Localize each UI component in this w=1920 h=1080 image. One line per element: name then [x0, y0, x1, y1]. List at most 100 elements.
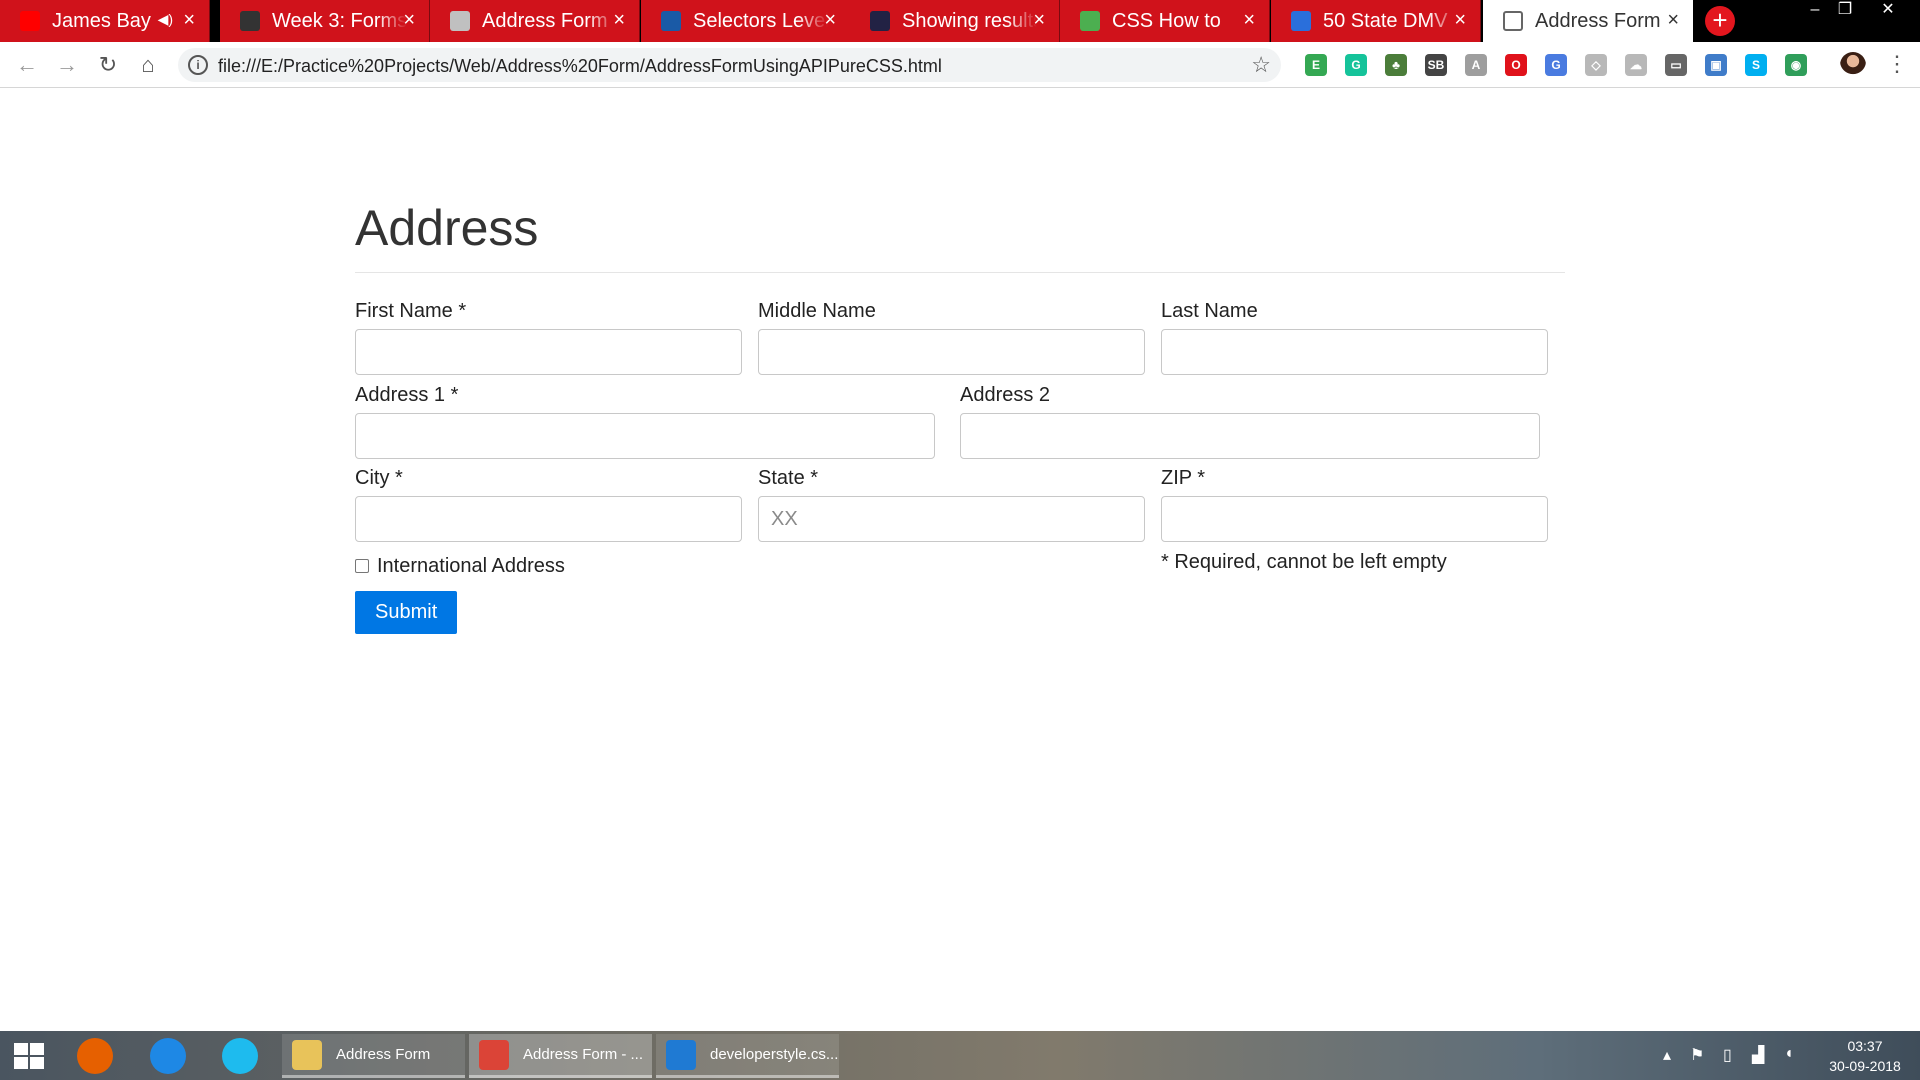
- international-address-label[interactable]: International Address: [377, 555, 565, 578]
- sb-icon[interactable]: SB: [1425, 54, 1447, 76]
- firefox-icon[interactable]: [77, 1038, 113, 1074]
- close-window-button[interactable]: ✕: [1870, 0, 1906, 22]
- middle-name-input[interactable]: [758, 329, 1145, 375]
- address2-input[interactable]: [960, 413, 1540, 459]
- clock-time: 03:37: [1847, 1038, 1883, 1054]
- chrome-icon: [479, 1039, 509, 1070]
- forward-button[interactable]: →: [52, 50, 82, 80]
- tab-title: CSS How to: [1112, 9, 1221, 32]
- profile-avatar[interactable]: [1840, 52, 1866, 78]
- tab-close-icon[interactable]: ×: [183, 9, 195, 31]
- tab-close-icon[interactable]: ×: [1033, 9, 1045, 31]
- clock-date: 30-09-2018: [1829, 1058, 1901, 1074]
- browser-menu-button[interactable]: ⋮: [1886, 52, 1908, 76]
- back-button[interactable]: ←: [12, 50, 42, 80]
- first-name-input[interactable]: [355, 329, 742, 375]
- tab-title: Selectors Level: [693, 9, 828, 32]
- ext-badge-icon[interactable]: E: [1305, 54, 1327, 76]
- address1-input[interactable]: [355, 413, 935, 459]
- international-address-checkbox[interactable]: [355, 559, 369, 573]
- tab-title: Week 3: Forms: [272, 9, 407, 32]
- flag-icon[interactable]: ⚑: [1690, 1045, 1704, 1065]
- grammarly-icon[interactable]: G: [1345, 54, 1367, 76]
- page-title: Address: [355, 200, 539, 256]
- address-bar[interactable]: i file:///E:/Practice%20Projects/Web/Add…: [178, 48, 1281, 82]
- new-tab-button[interactable]: +: [1705, 6, 1735, 36]
- tab-close-icon[interactable]: ×: [403, 9, 415, 31]
- volume-icon[interactable]: ◖: [1784, 1045, 1794, 1063]
- windows-taskbar: Address Form Address Form - ... developers…: [0, 1031, 1920, 1080]
- taskbar-app[interactable]: developerstyle.cs...: [656, 1034, 839, 1078]
- taskbar-app[interactable]: Address Form: [282, 1034, 465, 1078]
- translate-icon[interactable]: A: [1465, 54, 1487, 76]
- bookmark-star-icon[interactable]: ☆: [1251, 52, 1271, 78]
- taskbar-app-title: Address Form - ...: [523, 1046, 644, 1063]
- system-clock[interactable]: 03:37 30-09-2018: [1820, 1036, 1910, 1076]
- browser-tab[interactable]: Showing results ×: [850, 0, 1060, 42]
- dmv-icon: [1291, 11, 1311, 31]
- submit-button[interactable]: Submit: [355, 591, 458, 634]
- cast-icon[interactable]: ▭: [1665, 54, 1687, 76]
- site-info-icon[interactable]: i: [188, 55, 208, 75]
- state-input[interactable]: [758, 496, 1145, 542]
- nu-icon: [870, 11, 890, 31]
- windows-start-icon[interactable]: [14, 1043, 44, 1069]
- tab-close-icon[interactable]: ×: [1243, 9, 1255, 31]
- address1-label: Address 1 *: [355, 384, 459, 406]
- page-icon: [450, 11, 470, 31]
- browser-tab[interactable]: Selectors Level ×: [641, 0, 851, 42]
- taskbar-app-title: developerstyle.cs...: [710, 1046, 839, 1063]
- w3schools-icon: [1080, 11, 1100, 31]
- last-name-label: Last Name: [1161, 300, 1258, 322]
- internet-explorer-icon[interactable]: [222, 1038, 258, 1074]
- tab-title: Address Form: [482, 9, 608, 32]
- browser-tab[interactable]: CSS How to ×: [1060, 0, 1270, 42]
- vscode-icon: [666, 1039, 696, 1070]
- mute-icon[interactable]: ◀): [158, 11, 173, 28]
- browser-tab[interactable]: Address Form ×: [430, 0, 640, 42]
- opera-icon[interactable]: O: [1505, 54, 1527, 76]
- browser-toolbar: ← → ↻ ⌂ i file:///E:/Practice%20Projects…: [0, 42, 1920, 88]
- state-label: State *: [758, 467, 819, 489]
- tab-close-icon[interactable]: ×: [824, 9, 836, 31]
- last-name-input[interactable]: [1161, 329, 1548, 375]
- network-icon[interactable]: ▟: [1752, 1045, 1764, 1065]
- tab-close-icon[interactable]: ×: [1454, 9, 1466, 31]
- restore-button[interactable]: ❐: [1827, 0, 1863, 22]
- first-name-label: First Name *: [355, 300, 467, 322]
- required-note: * Required, cannot be left empty: [1161, 551, 1447, 573]
- tab-close-icon[interactable]: ×: [613, 9, 625, 31]
- document-icon: [1503, 11, 1523, 31]
- youtube-icon: [20, 11, 40, 31]
- tray-expand-icon[interactable]: ▴: [1663, 1045, 1671, 1065]
- cloud-icon[interactable]: ☁: [1625, 54, 1647, 76]
- browser-tab[interactable]: Address Form ×: [1483, 0, 1693, 42]
- screen-icon[interactable]: ▣: [1705, 54, 1727, 76]
- plant-icon[interactable]: ♣: [1385, 54, 1407, 76]
- tab-title: Showing results: [902, 9, 1037, 32]
- home-button[interactable]: ⌂: [133, 50, 163, 80]
- touch-app-icon[interactable]: [150, 1038, 186, 1074]
- browser-tab[interactable]: James Bay ◀) ×: [0, 0, 210, 42]
- skype-icon[interactable]: S: [1745, 54, 1767, 76]
- url-text[interactable]: file:///E:/Practice%20Projects/Web/Addre…: [218, 56, 942, 77]
- city-label: City *: [355, 467, 403, 489]
- tab-close-icon[interactable]: ×: [1667, 9, 1679, 31]
- browser-tab[interactable]: 50 State DMV ×: [1271, 0, 1481, 42]
- battery-icon[interactable]: ▯: [1723, 1045, 1732, 1065]
- address2-label: Address 2: [960, 384, 1051, 406]
- browser-tab[interactable]: Week 3: Forms ×: [220, 0, 430, 42]
- cube-icon[interactable]: ◇: [1585, 54, 1607, 76]
- tab-strip: James Bay ◀) × Week 3: Forms × Address Form × S…: [0, 0, 1920, 42]
- w3c-icon: [661, 11, 681, 31]
- zip-label: ZIP *: [1161, 467, 1206, 489]
- globe-icon[interactable]: ◉: [1785, 54, 1807, 76]
- heading-divider: [355, 272, 1565, 273]
- reload-button[interactable]: ↻: [93, 50, 123, 80]
- google-translate-icon[interactable]: G: [1545, 54, 1567, 76]
- page-viewport: Address First Name * Middle Name Last Na…: [0, 89, 1920, 1031]
- taskbar-app[interactable]: Address Form - ...: [469, 1034, 652, 1078]
- city-input[interactable]: [355, 496, 742, 542]
- tab-title: 50 State DMV: [1323, 9, 1448, 32]
- zip-input[interactable]: [1161, 496, 1548, 542]
